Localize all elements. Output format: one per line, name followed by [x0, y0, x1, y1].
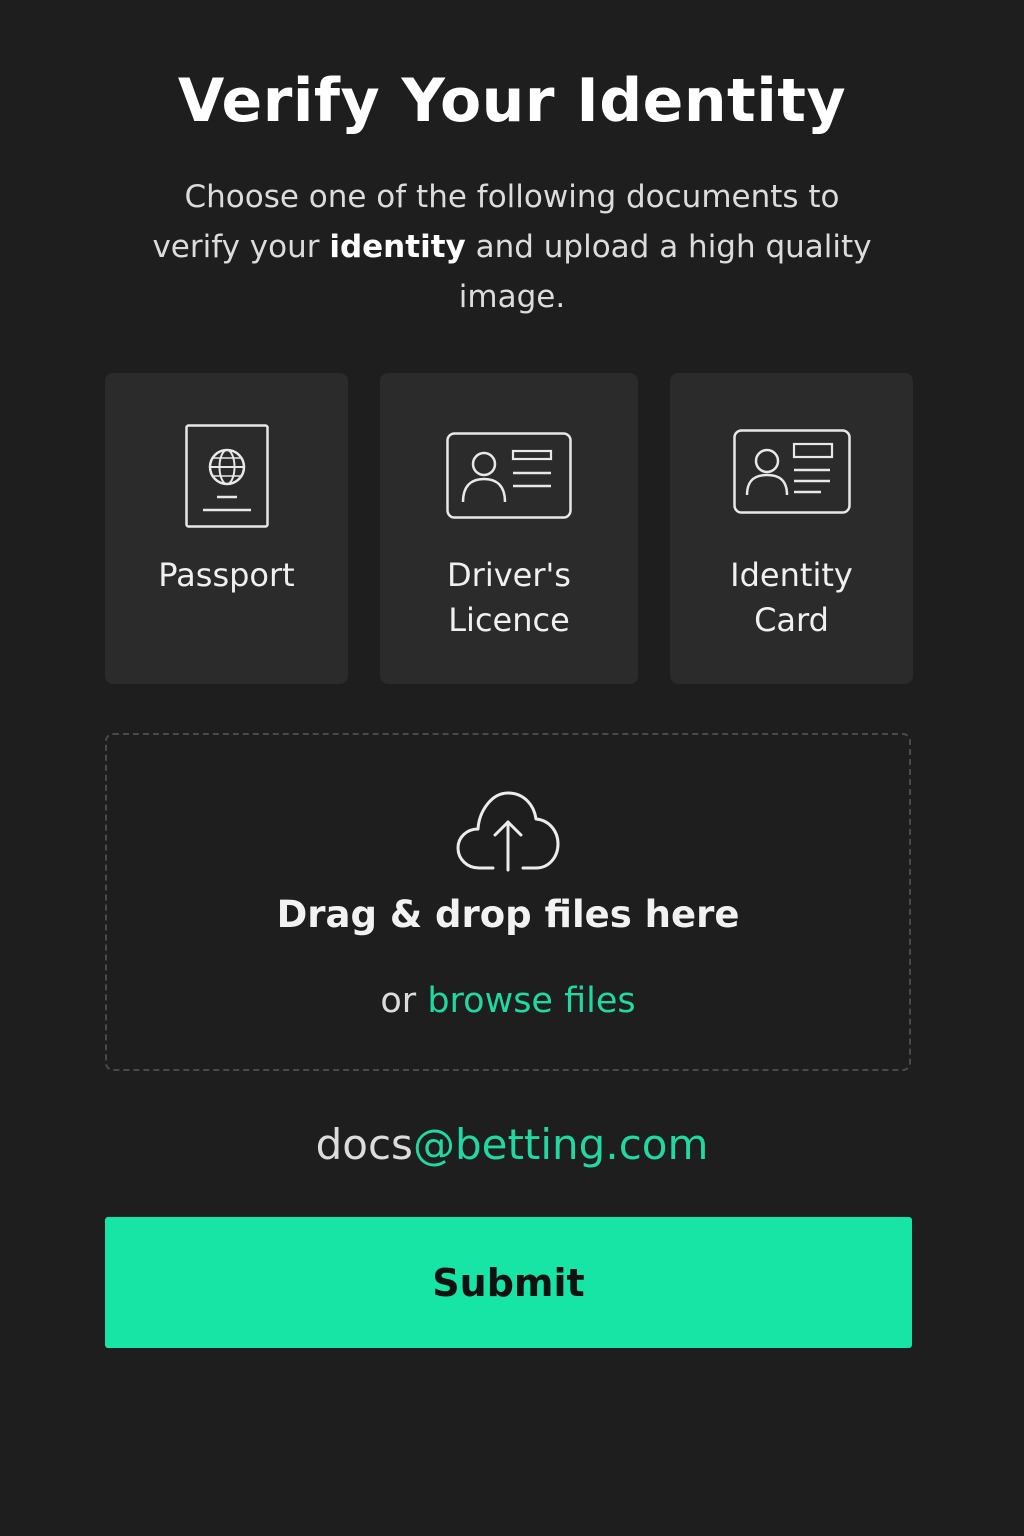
document-option-passport[interactable]: Passport: [105, 373, 348, 684]
document-option-label: Passport: [105, 553, 348, 598]
subtitle-text-bold: identity: [329, 229, 466, 265]
passport-icon: [105, 424, 348, 528]
email-user: docs: [315, 1120, 413, 1169]
submit-button[interactable]: Submit: [105, 1217, 912, 1348]
label-line-1: Passport: [158, 556, 295, 594]
label-line-2: Licence: [448, 601, 570, 639]
page-subtitle: Choose one of the following documents to…: [150, 172, 874, 322]
verify-identity-page: Verify Your Identity Choose one of the f…: [0, 0, 1024, 1536]
email-domain: @betting.com: [412, 1120, 709, 1169]
browse-files-link[interactable]: browse files: [427, 981, 635, 1021]
label-line-1: Driver's: [447, 556, 571, 594]
subtitle-text-end: and upload a high quality image.: [458, 229, 872, 315]
page-title: Verify Your Identity: [177, 66, 847, 136]
drag-drop-text: Drag & drop files here: [276, 893, 740, 936]
document-option-drivers-licence[interactable]: Driver's Licence: [380, 373, 638, 684]
id-card-icon: [670, 429, 913, 515]
document-option-label: Driver's Licence: [380, 553, 638, 643]
support-email[interactable]: docs@betting.com: [0, 1120, 1024, 1169]
browse-row: or browse files: [107, 981, 909, 1021]
id-card-icon: [380, 432, 638, 520]
label-line-1: Identity: [730, 556, 853, 594]
document-option-identity-card[interactable]: Identity Card: [670, 373, 913, 684]
label-line-2: Card: [754, 601, 829, 639]
cloud-upload-icon: [107, 788, 909, 872]
document-option-label: Identity Card: [670, 553, 913, 643]
or-text: or: [380, 981, 428, 1021]
file-dropzone[interactable]: Drag & drop files here or browse files: [105, 733, 911, 1071]
